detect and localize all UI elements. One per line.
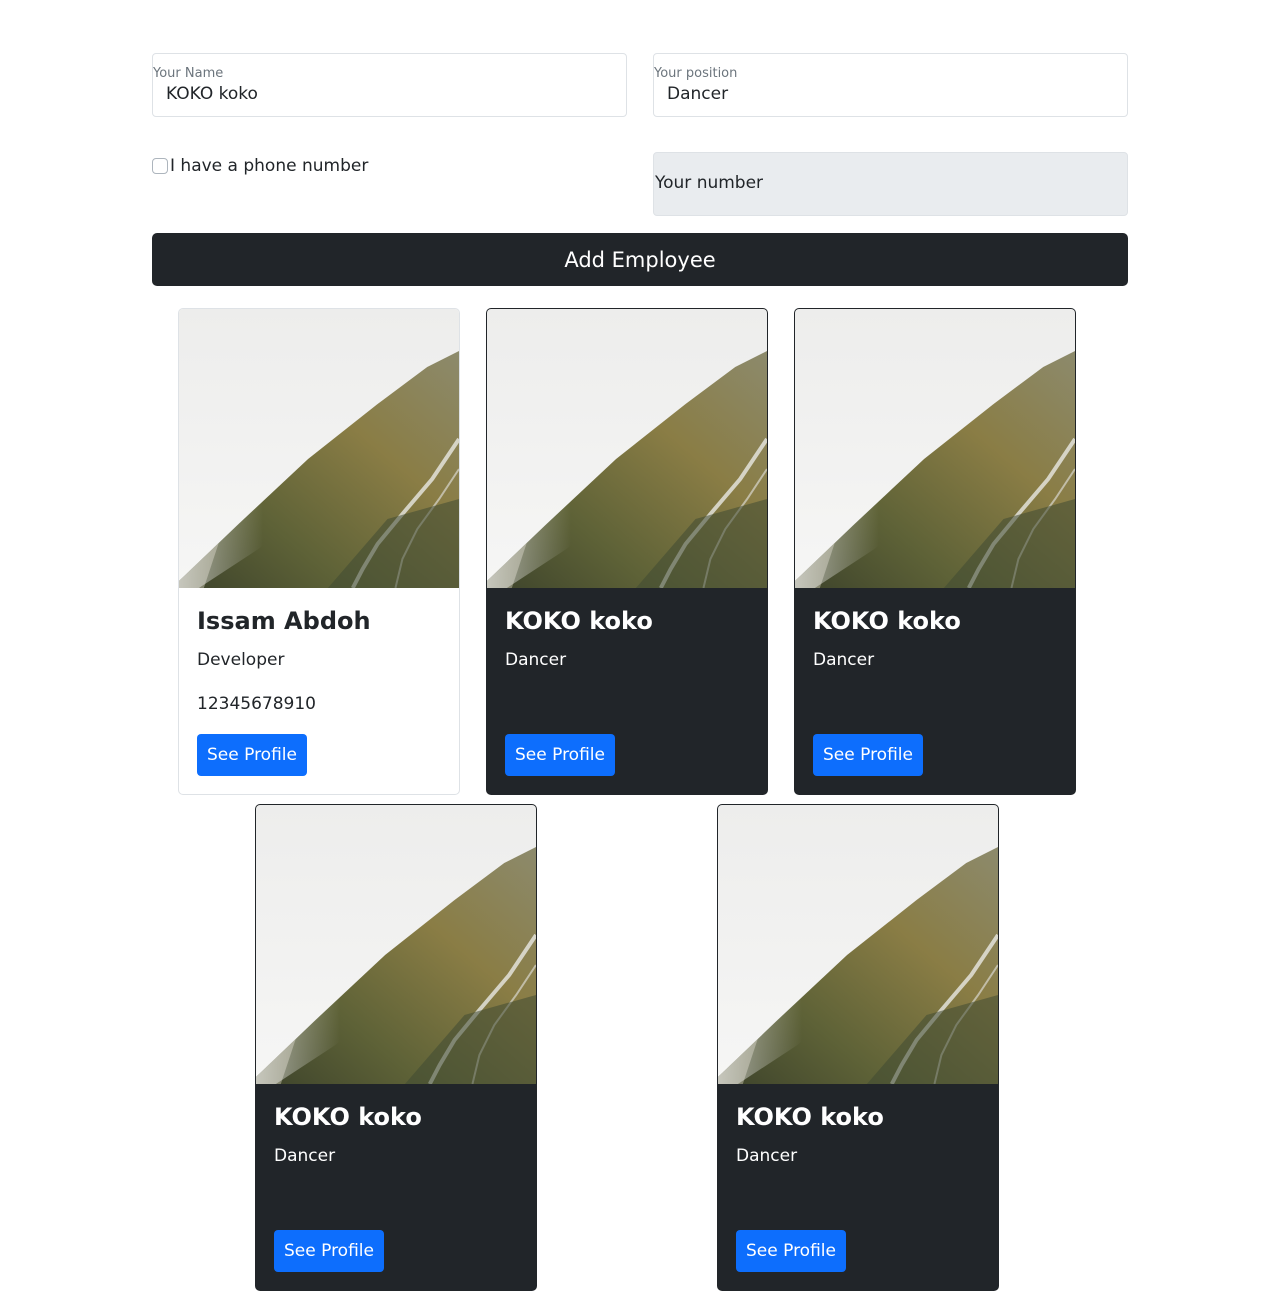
card-photo: [487, 309, 767, 588]
employee-card: KOKO koko Dancer See Profile: [794, 308, 1076, 795]
card-position: Dancer: [813, 650, 875, 670]
employee-card: KOKO koko Dancer See Profile: [486, 308, 768, 795]
card-name: KOKO koko: [505, 607, 653, 635]
employee-card: KOKO koko Dancer See Profile: [255, 804, 537, 1291]
card-position: Dancer: [274, 1146, 336, 1166]
position-field-label: Your position: [654, 66, 738, 81]
phone-checkbox[interactable]: [152, 158, 168, 174]
position-field[interactable]: Your position: [653, 53, 1128, 117]
see-profile-button[interactable]: See Profile: [736, 1230, 846, 1272]
position-input[interactable]: [667, 84, 1107, 104]
name-field[interactable]: Your Name: [152, 53, 627, 117]
see-profile-button[interactable]: See Profile: [197, 734, 307, 776]
card-position: Developer: [197, 650, 285, 670]
card-photo: [256, 805, 536, 1084]
name-input[interactable]: [166, 84, 606, 104]
card-photo: [718, 805, 998, 1084]
employee-card: KOKO koko Dancer See Profile: [717, 804, 999, 1291]
employee-card: Issam Abdoh Developer 12345678910 See Pr…: [178, 308, 460, 795]
phone-checkbox-group[interactable]: I have a phone number: [152, 155, 368, 177]
card-photo: [179, 309, 459, 588]
number-field: [653, 152, 1128, 216]
card-position: Dancer: [505, 650, 567, 670]
phone-checkbox-label[interactable]: I have a phone number: [170, 156, 368, 176]
see-profile-button[interactable]: See Profile: [274, 1230, 384, 1272]
card-photo: [795, 309, 1075, 588]
add-employee-button[interactable]: Add Employee: [152, 233, 1128, 286]
card-name: KOKO koko: [813, 607, 961, 635]
card-name: KOKO koko: [736, 1103, 884, 1131]
number-input: [655, 173, 1095, 193]
card-name: Issam Abdoh: [197, 607, 371, 635]
see-profile-button[interactable]: See Profile: [813, 734, 923, 776]
card-position: Dancer: [736, 1146, 798, 1166]
name-field-label: Your Name: [153, 66, 224, 81]
card-name: KOKO koko: [274, 1103, 422, 1131]
see-profile-button[interactable]: See Profile: [505, 734, 615, 776]
card-phone: 12345678910: [197, 694, 316, 714]
